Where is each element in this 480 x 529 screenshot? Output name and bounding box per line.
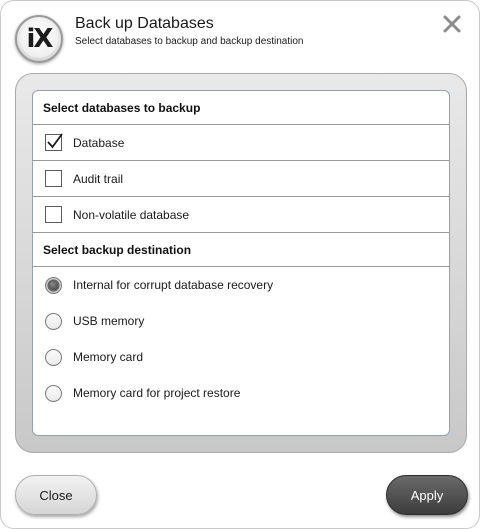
options-panel: Select databases to backup Database Audi… [32,90,450,436]
content-frame: Select databases to backup Database Audi… [15,73,467,453]
destination-section-header: Select backup destination [33,233,449,267]
non-volatile-checkbox-row[interactable]: Non-volatile database [33,197,449,233]
dialog-header: iX Back up Databases Select databases to… [1,1,479,71]
internal-recovery-radio[interactable] [45,276,62,294]
database-checkbox[interactable] [45,133,63,151]
usb-memory-radio-row[interactable]: USB memory [33,303,449,339]
non-volatile-checkbox-label: Non-volatile database [73,207,190,222]
ix-logo-icon: iX [15,15,63,63]
database-checkbox-label: Database [73,135,125,150]
database-checkbox-row[interactable]: Database [33,125,449,161]
usb-memory-label: USB memory [73,314,145,328]
internal-recovery-radio-row[interactable]: Internal for corrupt database recovery [33,267,449,303]
non-volatile-database-checkbox[interactable] [45,206,62,223]
dialog-title: Back up Databases [75,15,214,32]
apply-button[interactable]: Apply [386,475,468,515]
memory-card-radio-row[interactable]: Memory card [33,339,449,375]
backup-databases-dialog: iX Back up Databases Select databases to… [0,0,480,529]
close-icon[interactable] [441,13,463,35]
logo-text: iX [20,20,58,58]
audit-trail-checkbox-label: Audit trail [73,171,124,186]
memory-card-project-restore-radio[interactable] [45,384,62,402]
dialog-subtitle: Select databases to backup and backup de… [75,36,304,47]
memory-card-project-restore-radio-row[interactable]: Memory card for project restore [33,375,449,411]
memory-card-label: Memory card [73,350,144,364]
usb-memory-radio[interactable] [45,312,62,330]
memory-card-project-restore-label: Memory card for project restore [73,386,241,400]
internal-recovery-label: Internal for corrupt database recovery [73,278,274,292]
audit-trail-checkbox[interactable] [45,170,62,187]
checkmark-icon [47,133,63,149]
memory-card-radio[interactable] [45,348,62,366]
audit-trail-checkbox-row[interactable]: Audit trail [33,161,449,197]
databases-section-header: Select databases to backup [33,91,449,125]
close-button[interactable]: Close [15,475,97,515]
